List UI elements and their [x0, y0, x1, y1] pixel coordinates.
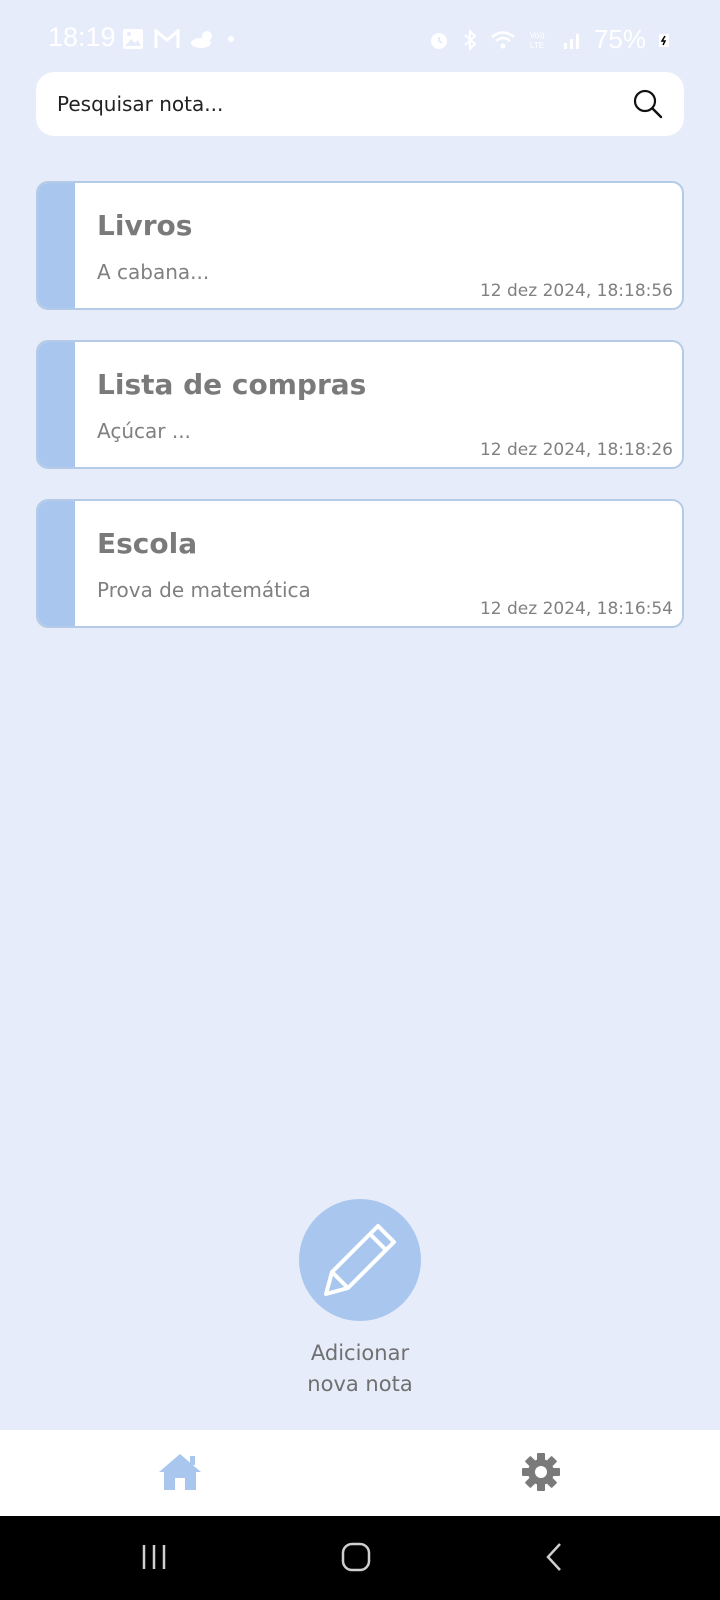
dot-icon: [228, 36, 234, 42]
system-nav-bar: [0, 1516, 720, 1600]
add-note-label[interactable]: Adicionar nova nota: [260, 1338, 460, 1400]
note-preview: Açúcar ...: [97, 419, 191, 443]
note-card[interactable]: Lista de compras Açúcar ... 12 dez 2024,…: [36, 340, 684, 469]
system-icons: Vo)) LTE 75%: [428, 24, 670, 55]
add-note-label-line2: nova nota: [307, 1372, 413, 1396]
wifi-icon: [491, 30, 515, 48]
search-icon[interactable]: [632, 88, 664, 120]
bottom-nav: [0, 1430, 720, 1516]
weather-icon: [191, 31, 212, 48]
add-note-button[interactable]: [299, 1199, 421, 1321]
gear-icon[interactable]: [521, 1452, 561, 1492]
svg-text:Vo)): Vo)): [530, 31, 545, 40]
bluetooth-icon: [464, 28, 477, 51]
status-time: 18:19: [48, 22, 116, 52]
home-nav-icon[interactable]: [340, 1542, 372, 1572]
notes-list: Livros A cabana... 12 dez 2024, 18:18:56…: [36, 181, 684, 658]
note-date: 12 dez 2024, 18:18:56: [479, 281, 673, 301]
status-bar: 18:19 Vo)) LTE 75%: [0, 0, 720, 80]
gmail-icon: [154, 29, 180, 48]
recent-apps-icon[interactable]: [140, 1542, 170, 1572]
add-note-label-line1: Adicionar: [310, 1341, 410, 1365]
gallery-icon: [123, 29, 143, 49]
note-title: Livros: [97, 209, 193, 242]
note-title: Escola: [97, 527, 198, 560]
search-bar[interactable]: [36, 72, 684, 136]
volte-icon: Vo)) LTE: [530, 31, 545, 50]
charging-icon: [659, 33, 669, 47]
home-icon[interactable]: [157, 1452, 203, 1492]
note-card[interactable]: Escola Prova de matemática 12 dez 2024, …: [36, 499, 684, 628]
note-date: 12 dez 2024, 18:16:54: [479, 599, 673, 619]
note-preview: Prova de matemática: [97, 578, 311, 602]
svg-text:LTE: LTE: [530, 41, 544, 50]
note-date: 12 dez 2024, 18:18:26: [479, 440, 673, 460]
note-preview: A cabana...: [97, 260, 210, 284]
pencil-icon: [324, 1224, 396, 1296]
search-input[interactable]: [57, 92, 597, 116]
signal-icon: [563, 33, 579, 49]
back-icon[interactable]: [544, 1542, 564, 1572]
battery-percentage: 75%: [593, 24, 646, 54]
note-accent-bar: [38, 183, 75, 308]
note-accent-bar: [38, 501, 75, 626]
note-accent-bar: [38, 342, 75, 467]
note-title: Lista de compras: [97, 368, 367, 401]
note-card[interactable]: Livros A cabana... 12 dez 2024, 18:18:56: [36, 181, 684, 310]
notification-icons: [122, 28, 236, 50]
alarm-icon: [430, 32, 447, 49]
